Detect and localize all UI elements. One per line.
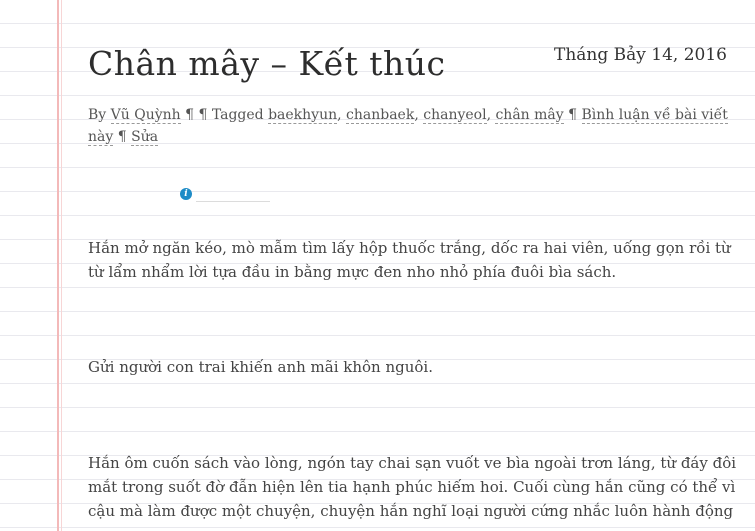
tag-link[interactable]: chanbaek <box>346 107 415 124</box>
post-paragraph: Hắn mở ngăn kéo, mò mẫm tìm lấy hộp thuố… <box>88 239 731 281</box>
tag-link[interactable]: chanyeol <box>423 107 487 124</box>
notebook-margin-line <box>57 0 59 531</box>
info-icon[interactable]: i <box>180 188 192 200</box>
meta-separator: ¶ ¶ Tagged <box>185 107 264 123</box>
info-divider <box>196 201 270 202</box>
post-date: Tháng Bảy 14, 2016 <box>554 45 727 65</box>
meta-by-label: By <box>88 107 107 123</box>
post-paragraph: Hắn ôm cuốn sách vào lòng, ngón tay chai… <box>88 454 737 520</box>
notebook-margin-line-inner <box>61 0 62 531</box>
author-link[interactable]: Vũ Quỳnh <box>110 107 181 124</box>
meta-separator: ¶ <box>568 107 578 123</box>
post-meta: By Vũ Quỳnh ¶ ¶ Tagged baekhyun, chanbae… <box>88 107 728 146</box>
post-title[interactable]: Chân mây – Kết thúc <box>88 44 445 83</box>
post-paragraph: Gửi người con trai khiến anh mãi khôn ng… <box>88 358 433 376</box>
meta-separator: ¶ <box>117 129 127 145</box>
tag-link[interactable]: chân mây <box>495 107 564 124</box>
tag-link[interactable]: baekhyun <box>268 107 338 124</box>
edit-link[interactable]: Sửa <box>131 129 159 146</box>
